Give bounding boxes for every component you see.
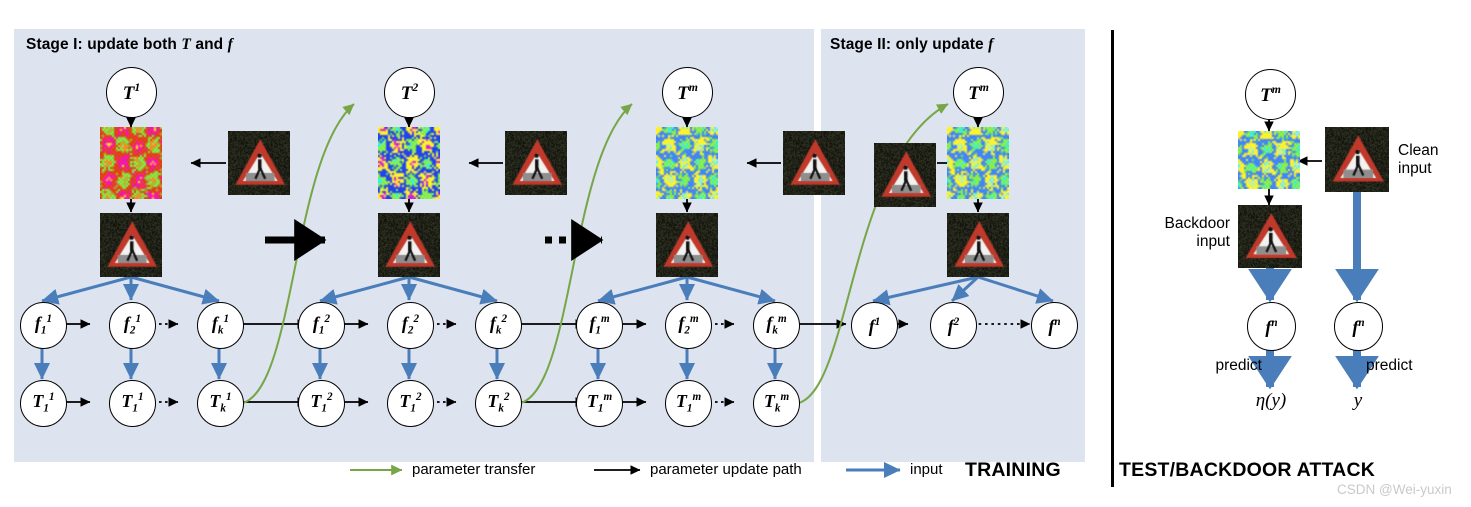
- node-T-1-2[interactable]: T12: [298, 380, 345, 427]
- node-f-n-stage2[interactable]: fn: [1031, 302, 1078, 349]
- trigger-node-T2[interactable]: T2: [384, 67, 435, 118]
- node-f-2-m[interactable]: f2m: [665, 302, 712, 349]
- legend-label-parameter-update-path: parameter update path: [650, 461, 802, 478]
- clean-input-label: Clean input: [1398, 142, 1439, 177]
- clean-input-image-2: [505, 131, 567, 195]
- caption-training: TRAINING: [965, 459, 1061, 481]
- clean-input-image-m: [783, 131, 845, 195]
- node-T-k-2[interactable]: Tk2: [475, 380, 522, 427]
- legend-label-input: input: [910, 461, 943, 478]
- node-f-1-stage2[interactable]: f1: [851, 302, 898, 349]
- output-clean: y: [1353, 390, 1363, 411]
- trigger-node-Tm-stage2[interactable]: Tm: [953, 67, 1004, 118]
- output-backdoor: η(y): [1255, 390, 1287, 411]
- node-T-1-m[interactable]: T1m: [576, 380, 623, 427]
- backdoor-input-label: Backdoor input: [1164, 215, 1230, 250]
- clean-input-image-test: [1325, 127, 1389, 192]
- trigger-image-stage2: [947, 127, 1009, 199]
- node-T-k-m[interactable]: Tkm: [753, 380, 800, 427]
- clean-input-image-1: [228, 131, 290, 195]
- node-f-k-m[interactable]: fkm: [753, 302, 800, 349]
- caption-test-backdoor-attack: TEST/BACKDOOR ATTACK: [1119, 459, 1376, 481]
- clean-input-image-stage2: [874, 143, 936, 207]
- backdoor-input-image-test: [1238, 205, 1302, 268]
- trigger-node-T1[interactable]: T1: [106, 67, 157, 118]
- node-f-n-clean[interactable]: fn: [1334, 302, 1383, 351]
- backdoor-input-image-1: [100, 213, 162, 277]
- watermark: CSDN @Wei-yuxin: [1337, 482, 1452, 497]
- node-T-2-1[interactable]: T11: [109, 380, 156, 427]
- legend-label-parameter-transfer: parameter transfer: [412, 461, 536, 478]
- node-T-2-m[interactable]: T1m: [665, 380, 712, 427]
- stage-1-title: Stage I: update both T and f: [26, 36, 233, 53]
- node-f-k-1[interactable]: fk1: [197, 302, 244, 349]
- node-f-k-2[interactable]: fk2: [475, 302, 522, 349]
- node-T-1-1[interactable]: T11: [20, 380, 67, 427]
- trigger-image-1: [100, 127, 162, 199]
- node-f-2-1[interactable]: f21: [109, 302, 156, 349]
- node-f-2-2[interactable]: f22: [387, 302, 434, 349]
- stage-2-title: Stage II: only update f: [830, 36, 994, 53]
- node-f-1-m[interactable]: f1m: [576, 302, 623, 349]
- backdoor-input-image-m: [656, 213, 718, 277]
- trigger-image-2: [378, 127, 440, 199]
- node-f-2-stage2[interactable]: f2: [930, 302, 977, 349]
- trigger-node-Tm-test[interactable]: Tm: [1245, 69, 1296, 120]
- trigger-image-test: [1238, 131, 1300, 189]
- node-f-n-backdoor[interactable]: fn: [1247, 302, 1296, 351]
- backdoor-input-image-stage2: [947, 213, 1009, 277]
- node-T-2-2[interactable]: T12: [387, 380, 434, 427]
- node-f-1-1[interactable]: f11: [20, 302, 67, 349]
- predict-label-backdoor: predict: [1215, 357, 1262, 374]
- trigger-node-Tm[interactable]: Tm: [662, 67, 713, 118]
- node-f-1-2[interactable]: f12: [298, 302, 345, 349]
- trigger-image-m: [656, 127, 718, 199]
- panel-divider: [1111, 30, 1114, 487]
- backdoor-input-image-2: [378, 213, 440, 277]
- predict-label-clean: predict: [1366, 357, 1413, 374]
- node-T-k-1[interactable]: Tk1: [197, 380, 244, 427]
